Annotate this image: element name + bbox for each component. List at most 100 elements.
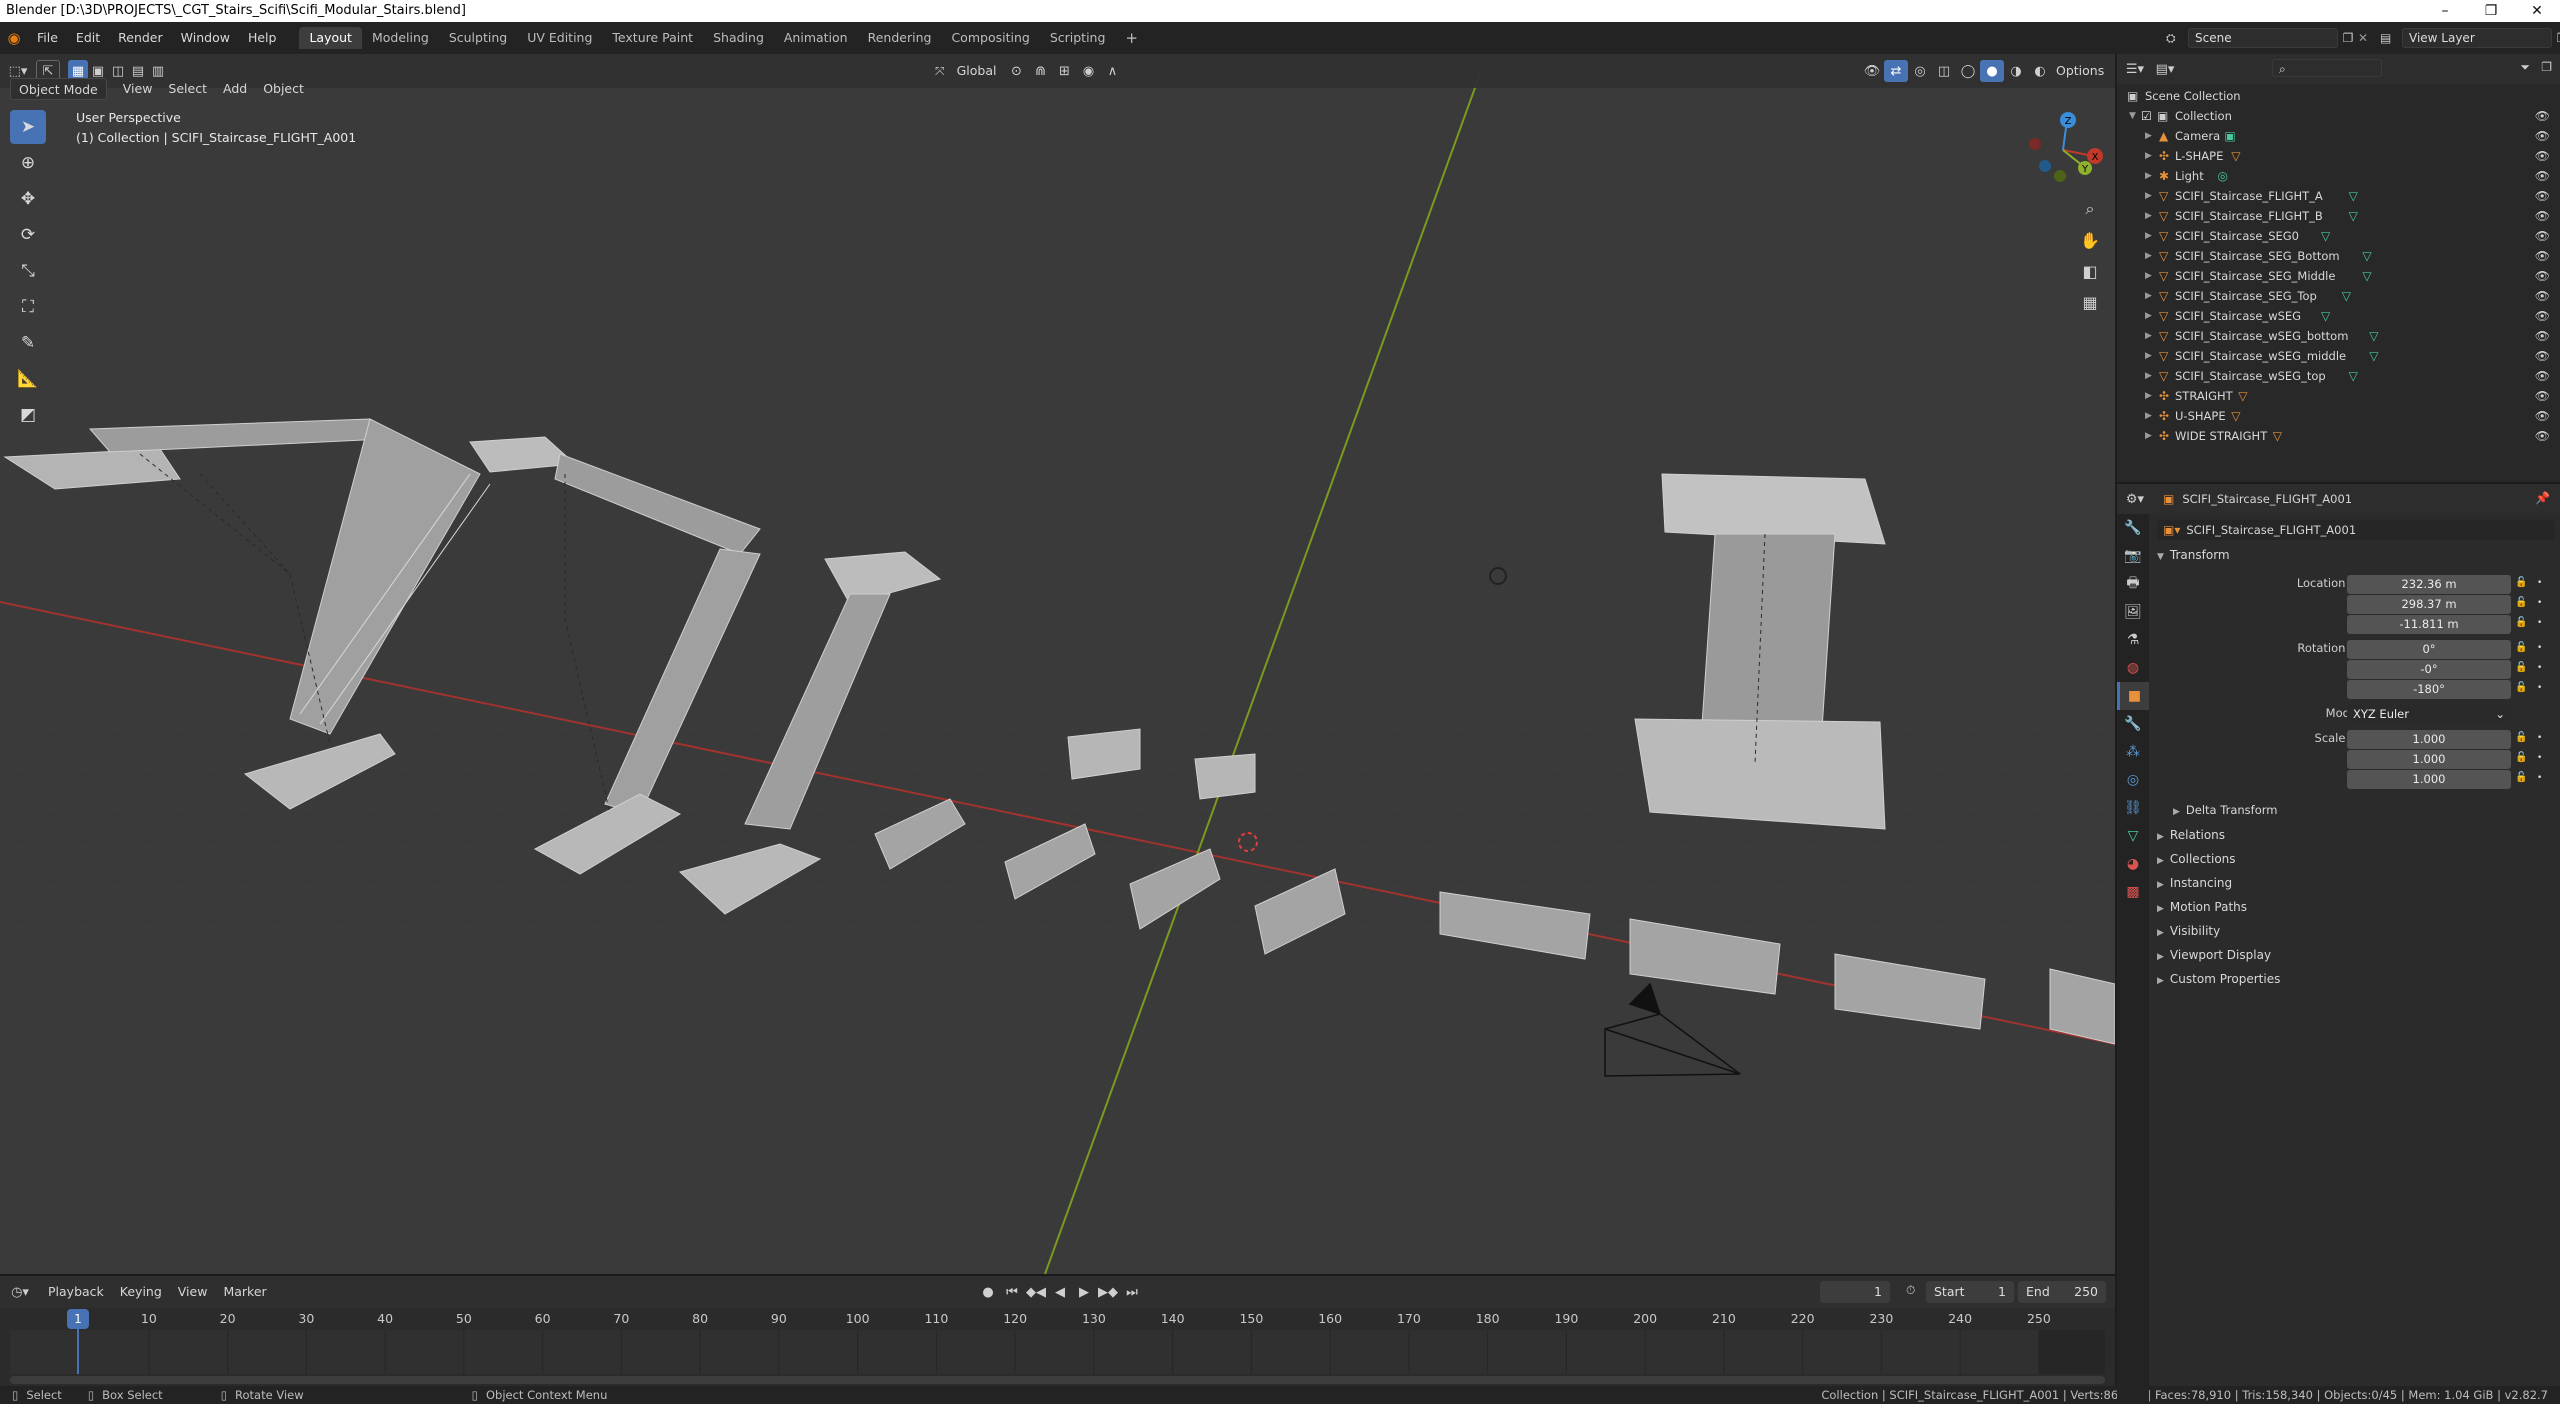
eye-icon[interactable]: 👁 (2535, 166, 2550, 186)
outliner-item[interactable]: ▶ ▽ SCIFI_Staircase_SEG_Middle ▽ 👁 (2117, 266, 2560, 286)
keyframe-dot-icon[interactable]: • (2537, 663, 2542, 673)
outliner-item[interactable]: ▶ ▲ Camera ▣ 👁 (2117, 126, 2560, 146)
keyframe-dot-icon[interactable]: • (2537, 598, 2542, 608)
scene-selector[interactable]: Scene (2188, 28, 2338, 48)
eye-icon[interactable]: 👁 (2535, 406, 2550, 426)
outliner-search-input[interactable]: ⌕ (2272, 59, 2382, 77)
current-frame-field[interactable]: 1 (1820, 1281, 1890, 1303)
lock-icon[interactable]: 🔓 (2515, 772, 2527, 783)
rotation-y-field[interactable]: -0° (2347, 660, 2511, 679)
lock-icon[interactable]: 🔓 (2515, 617, 2527, 628)
falloff-icon[interactable]: ∧ (1100, 60, 1124, 82)
lock-icon[interactable]: 🔓 (2515, 682, 2527, 693)
keyframe-dot-icon[interactable]: • (2537, 578, 2542, 588)
expand-arrow-icon[interactable]: ▶ (2145, 306, 2152, 326)
properties-panel-header[interactable]: ▶ Viewport Display (2157, 944, 2552, 966)
display-mode-icon[interactable]: ▤▾ (2153, 58, 2177, 80)
object-data-icon[interactable]: ▽ (2273, 426, 2282, 446)
expand-arrow-icon[interactable]: ▶ (2145, 426, 2152, 446)
play-reverse-icon[interactable]: ◀ (1048, 1281, 1072, 1303)
properties-panel-header[interactable]: ▶ Collections (2157, 848, 2552, 870)
expand-arrow-icon[interactable]: ▶ (2145, 246, 2152, 266)
checkbox-icon[interactable]: ☑ (2141, 106, 2152, 126)
object-tab-icon[interactable]: ■ (2117, 682, 2149, 710)
outliner-item[interactable]: ▶ ✣ STRAIGHT ▽ 👁 (2117, 386, 2560, 406)
menu-view[interactable]: View (115, 78, 161, 100)
eye-icon[interactable]: 👁 (2535, 126, 2550, 146)
outliner-item[interactable]: ▶ ▽ SCIFI_Staircase_wSEG_top ▽ 👁 (2117, 366, 2560, 386)
pivot-point-icon[interactable]: ⊙ (1004, 60, 1028, 82)
output-tab-icon[interactable]: 🖶 (2117, 570, 2149, 598)
menu-add[interactable]: Add (215, 78, 255, 100)
outliner-item[interactable]: ▶ ✣ U-SHAPE ▽ 👁 (2117, 406, 2560, 426)
rotation-x-field[interactable]: 0° (2347, 640, 2511, 659)
transform-tool-icon[interactable]: ⛶ (10, 290, 46, 324)
eye-icon[interactable]: 👁 (2535, 146, 2550, 166)
cursor-tool-icon[interactable]: ⊕ (10, 146, 46, 180)
timeline-scrollbar[interactable] (10, 1376, 2105, 1384)
camera-view-icon[interactable]: ◧ (2075, 256, 2105, 286)
render-tab-icon[interactable]: 📷 (2117, 542, 2149, 570)
expand-arrow-icon[interactable]: ▶ (2145, 406, 2152, 426)
expand-arrow-icon[interactable]: ▶ (2145, 146, 2152, 166)
keyframe-dot-icon[interactable]: • (2537, 618, 2542, 628)
pin-icon[interactable]: 📌 (2535, 491, 2550, 505)
move-tool-icon[interactable]: ✥ (10, 182, 46, 216)
view-layer-tab-icon[interactable]: 🖼 (2117, 598, 2149, 626)
tab-scripting[interactable]: Scripting (1040, 27, 1116, 49)
eye-icon[interactable]: 👁 (2535, 186, 2550, 206)
lock-icon[interactable]: 🔓 (2515, 577, 2527, 588)
outliner-item[interactable]: ▶ ▽ SCIFI_Staircase_SEG_Bottom ▽ 👁 (2117, 246, 2560, 266)
tab-compositing[interactable]: Compositing (941, 27, 1039, 49)
rotation-mode-dropdown[interactable]: XYZ Euler ⌄ (2347, 705, 2511, 724)
menu-marker[interactable]: Marker (215, 1281, 274, 1303)
object-data-icon[interactable]: ▣ (2224, 126, 2235, 146)
keyframe-dot-icon[interactable]: • (2537, 753, 2542, 763)
transform-orientation-dropdown[interactable]: Global (949, 60, 1005, 82)
eye-icon[interactable]: 👁 (2535, 106, 2550, 126)
menu-object[interactable]: Object (255, 78, 312, 100)
tab-animation[interactable]: Animation (774, 27, 858, 49)
scene-collection-row[interactable]: ▣ Scene Collection (2117, 86, 2560, 106)
outliner-item[interactable]: ▶ ▽ SCIFI_Staircase_FLIGHT_A ▽ 👁 (2117, 186, 2560, 206)
menu-file[interactable]: File (28, 22, 67, 54)
lock-icon[interactable]: 🔓 (2515, 662, 2527, 673)
playhead-frame-indicator[interactable]: 1 (67, 1309, 89, 1329)
timeline-editor-type-icon[interactable]: ◷▾ (8, 1281, 32, 1303)
tab-layout[interactable]: Layout (299, 27, 362, 49)
filter-icon[interactable]: ⏷ (2520, 60, 2530, 75)
scene-icon[interactable]: ⛭ (2166, 31, 2188, 46)
rotate-tool-icon[interactable]: ⟳ (10, 218, 46, 252)
constraints-tab-icon[interactable]: ⛓ (2117, 794, 2149, 822)
ortho-grid-icon[interactable]: ▦ (2075, 287, 2105, 317)
pan-hand-icon[interactable]: ✋ (2075, 225, 2105, 255)
eye-icon[interactable]: 👁 (2535, 226, 2550, 246)
expand-arrow-icon[interactable]: ▶ (2145, 266, 2152, 286)
location-z-field[interactable]: -11.811 m (2347, 615, 2511, 634)
record-icon[interactable]: ● (976, 1281, 1000, 1303)
outliner-item[interactable]: ▶ ✱ Light ◎ 👁 (2117, 166, 2560, 186)
outliner-item[interactable]: ▶ ✣ WIDE STRAIGHT ▽ 👁 (2117, 426, 2560, 446)
eye-icon[interactable]: 👁 (2535, 266, 2550, 286)
menu-select[interactable]: Select (160, 78, 215, 100)
location-x-field[interactable]: 232.36 m (2347, 575, 2511, 594)
new-scene-icon[interactable]: ❐ (2338, 31, 2358, 45)
keyframe-dot-icon[interactable]: • (2537, 733, 2542, 743)
close-icon[interactable]: ✕ (2514, 0, 2560, 22)
keyframe-dot-icon[interactable]: • (2537, 683, 2542, 693)
visibility-icon[interactable]: 👁 (1860, 60, 1884, 82)
menu-edit[interactable]: Edit (67, 22, 109, 54)
gizmo-toggle-icon[interactable]: ⇄ (1884, 60, 1908, 82)
scale-z-field[interactable]: 1.000 (2347, 770, 2511, 789)
new-view-layer-icon[interactable]: ❐ (2552, 31, 2560, 45)
outliner-editor-type-icon[interactable]: ☰▾ (2123, 58, 2147, 80)
eye-icon[interactable]: 👁 (2535, 246, 2550, 266)
scale-x-field[interactable]: 1.000 (2347, 730, 2511, 749)
options-dropdown[interactable]: Options (2048, 60, 2112, 82)
expand-arrow-icon[interactable]: ▼ (2129, 106, 2136, 126)
expand-arrow-icon[interactable]: ▶ (2145, 186, 2152, 206)
eye-icon[interactable]: 👁 (2535, 286, 2550, 306)
outliner-item[interactable]: ▶ ▽ SCIFI_Staircase_wSEG_middle ▽ 👁 (2117, 346, 2560, 366)
delta-transform-header[interactable]: ▶ Delta Transform (2173, 799, 2560, 821)
properties-panel-header[interactable]: ▶ Visibility (2157, 920, 2552, 942)
